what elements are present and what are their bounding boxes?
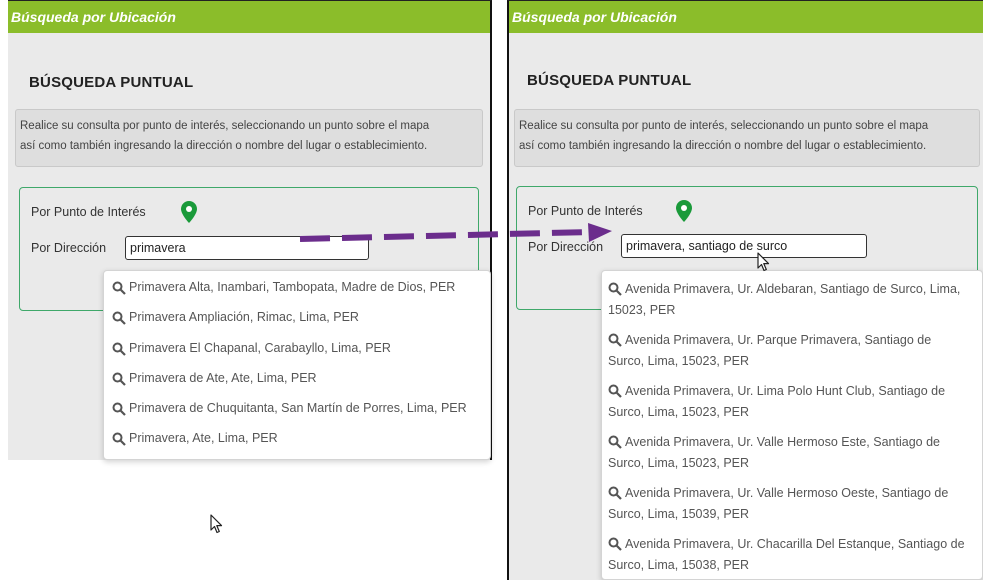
poi-label: Por Punto de Interés bbox=[528, 204, 643, 218]
search-icon bbox=[112, 342, 126, 356]
suggestion-item[interactable]: Avenida Primavera, Ur. Parque Primavera,… bbox=[602, 330, 982, 381]
suggestion-item[interactable]: Avenida Primavera, Ur. Chacarilla Del Es… bbox=[602, 534, 982, 580]
suggestion-text: Avenida Primavera, Ur. Valle Hermoso Est… bbox=[608, 435, 940, 470]
suggestions-dropdown: Primavera Alta, Inambari, Tambopata, Mad… bbox=[103, 270, 491, 460]
suggestion-text: Primavera, Ate, Lima, PER bbox=[129, 431, 278, 446]
suggestion-text: Avenida Primavera, Ur. Lima Polo Hunt Cl… bbox=[608, 384, 946, 419]
search-icon bbox=[608, 384, 622, 398]
suggestion-text: Avenida Primavera, Ur. Chacarilla Del Es… bbox=[608, 537, 965, 572]
address-input[interactable] bbox=[621, 234, 867, 258]
info-text-line2: así como también ingresando la dirección… bbox=[519, 140, 927, 152]
suggestion-text: Primavera de Chuquitanta, San Martín de … bbox=[129, 401, 467, 416]
suggestion-item[interactable]: Primavera Ampliación, Rimac, Lima, PER bbox=[104, 310, 490, 340]
search-icon bbox=[112, 372, 126, 386]
suggestion-text: Avenida Primavera, Ur. Valle Hermoso Oes… bbox=[608, 486, 949, 521]
suggestion-item[interactable]: Avenida Primavera, Ur. Aldebaran, Santia… bbox=[602, 279, 982, 330]
search-icon bbox=[112, 311, 126, 326]
suggestion-text: Primavera Alta, Inambari, Tambopata, Mad… bbox=[129, 280, 456, 294]
info-text-line1: Realice su consulta por punto de interés… bbox=[519, 120, 929, 132]
section-title: BÚSQUEDA PUNTUAL bbox=[29, 74, 194, 91]
suggestion-text: Avenida Primavera, Ur. Parque Primavera,… bbox=[608, 333, 932, 368]
transition-arrow-icon bbox=[299, 223, 612, 242]
info-box: Realice su consulta por punto de interés… bbox=[514, 109, 980, 167]
location-pin-icon[interactable] bbox=[180, 200, 198, 224]
mouse-cursor-icon bbox=[210, 514, 223, 534]
suggestion-item[interactable]: Avenida Primavera, Ur. Valle Hermoso Oes… bbox=[602, 483, 982, 534]
info-text-line2: así como también ingresando la dirección… bbox=[20, 140, 428, 152]
suggestion-item[interactable]: Primavera El Chapanal, Carabayllo, Lima,… bbox=[104, 341, 490, 371]
search-icon bbox=[608, 486, 622, 500]
info-box: Realice su consulta por punto de interés… bbox=[15, 109, 483, 167]
section-title: BÚSQUEDA PUNTUAL bbox=[527, 72, 692, 89]
search-icon bbox=[608, 537, 622, 551]
suggestions-dropdown: Avenida Primavera, Ur. Aldebaran, Santia… bbox=[601, 270, 983, 580]
suggestion-text: Primavera Ampliación, Rimac, Lima, PER bbox=[129, 310, 359, 325]
address-label: Por Dirección bbox=[31, 241, 107, 255]
search-icon bbox=[608, 435, 622, 449]
search-icon bbox=[608, 333, 622, 347]
suggestion-text: Primavera de Ate, Ate, Lima, PER bbox=[129, 370, 317, 385]
suggestion-item[interactable]: Primavera de Chuquitanta, San Martín de … bbox=[104, 401, 490, 431]
search-icon bbox=[112, 432, 126, 447]
mouse-cursor-icon bbox=[757, 252, 770, 272]
poi-label: Por Punto de Interés bbox=[31, 205, 146, 219]
suggestion-item[interactable]: Avenida Primavera, Ur. Lima Polo Hunt Cl… bbox=[602, 381, 982, 432]
panel-header: Búsqueda por Ubicación bbox=[509, 1, 983, 33]
suggestion-item[interactable]: Primavera de Ate, Ate, Lima, PER bbox=[104, 371, 490, 401]
suggestion-text: Primavera El Chapanal, Carabayllo, Lima,… bbox=[129, 340, 391, 355]
info-text-line1: Realice su consulta por punto de interés… bbox=[20, 120, 430, 132]
search-icon bbox=[112, 402, 126, 416]
search-icon bbox=[608, 282, 622, 296]
suggestion-item[interactable]: Primavera, Ate, Lima, PER bbox=[104, 431, 490, 461]
suggestion-item[interactable]: Avenida Primavera, Ur. Valle Hermoso Est… bbox=[602, 432, 982, 483]
location-pin-icon[interactable] bbox=[675, 199, 693, 223]
suggestion-item[interactable]: Primavera Alta, Inambari, Tambopata, Mad… bbox=[104, 280, 490, 310]
panel-header: Búsqueda por Ubicación bbox=[8, 1, 490, 33]
suggestion-text: Avenida Primavera, Ur. Aldebaran, Santia… bbox=[608, 282, 961, 317]
search-icon bbox=[112, 281, 126, 295]
